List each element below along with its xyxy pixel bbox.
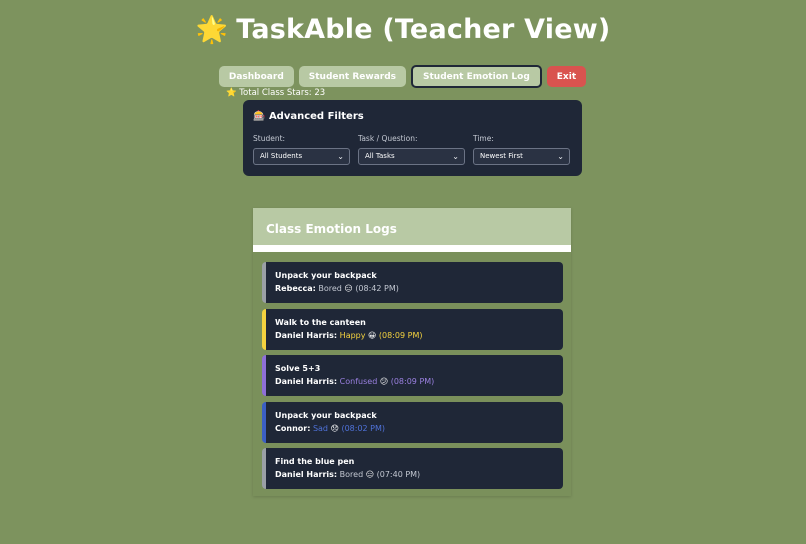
student-filter-group: Student: All Students ⌄ [253, 134, 350, 165]
time-filter-group: Time: Newest First ⌄ [473, 134, 570, 165]
happy-face-icon: 😀 [368, 331, 377, 340]
emotion-log-item: Unpack your backpack Connor: Sad 😞 (08:0… [262, 402, 563, 443]
task-filter-group: Task / Question: All Tasks ⌄ [358, 134, 465, 165]
app-title-text: TaskAble (Teacher View) [236, 14, 611, 45]
app-title: 🌟 TaskAble (Teacher View) [0, 14, 806, 45]
task-filter-label: Task / Question: [358, 134, 418, 143]
advanced-filters-panel: 🎰 Advanced Filters Student: All Students… [243, 100, 582, 176]
log-time: (08:09 PM) [390, 377, 435, 386]
log-task: Unpack your backpack [275, 411, 377, 420]
log-task: Find the blue pen [275, 457, 355, 466]
time-filter-value: Newest First [480, 152, 523, 160]
chevron-down-icon: ⌄ [337, 152, 344, 161]
log-detail: Daniel Harris: Confused 😕 (08:09 PM) [275, 377, 434, 386]
student-filter-label: Student: [253, 134, 286, 143]
class-emotion-logs-title: Class Emotion Logs [266, 222, 397, 236]
log-emotion: Happy [339, 331, 366, 340]
sad-face-icon: 😞 [330, 424, 339, 433]
student-filter-value: All Students [260, 152, 303, 160]
log-detail: Daniel Harris: Happy 😀 (08:09 PM) [275, 331, 423, 340]
log-task: Walk to the canteen [275, 318, 366, 327]
log-student: Connor: [275, 424, 311, 433]
main-nav: Dashboard Student Rewards Student Emotio… [0, 65, 806, 88]
divider [253, 245, 571, 252]
student-rewards-button[interactable]: Student Rewards [298, 66, 407, 87]
log-emotion: Sad [312, 424, 329, 433]
log-time: (07:40 PM) [376, 470, 421, 479]
bored-face-icon: 😑 [365, 470, 375, 479]
class-emotion-logs-panel: Class Emotion Logs Unpack your backpack … [253, 208, 571, 496]
log-emotion: Bored [318, 284, 342, 293]
log-task: Unpack your backpack [275, 271, 377, 280]
log-student: Daniel Harris: [275, 377, 338, 386]
total-class-stars-text: Total Class Stars: 23 [239, 88, 326, 98]
log-time: (08:02 PM) [341, 424, 386, 433]
exit-button[interactable]: Exit [546, 66, 587, 87]
emotion-log-item: Solve 5+3 Daniel Harris: Confused 😕 (08:… [262, 355, 563, 396]
task-filter-select[interactable]: All Tasks ⌄ [358, 148, 465, 165]
class-emotion-logs-header: Class Emotion Logs [253, 208, 571, 245]
star-logo-icon: 🌟 [195, 15, 229, 45]
log-time: (08:09 PM) [378, 331, 423, 340]
log-student: Daniel Harris: [275, 331, 338, 340]
log-detail: Connor: Sad 😞 (08:02 PM) [275, 424, 385, 433]
bored-face-icon: 😑 [344, 284, 353, 293]
chevron-down-icon: ⌄ [557, 152, 564, 161]
total-class-stars: ⭐ Total Class Stars: 23 [226, 88, 325, 98]
slot-machine-icon: 🎰 [253, 111, 266, 122]
log-detail: Daniel Harris: Bored 😑 (07:40 PM) [275, 470, 420, 479]
task-filter-value: All Tasks [365, 152, 395, 160]
log-student: Daniel Harris: [275, 470, 338, 479]
time-filter-label: Time: [473, 134, 494, 143]
log-time: (08:42 PM) [355, 284, 399, 293]
advanced-filters-title: Advanced Filters [268, 111, 364, 122]
advanced-filters-heading: 🎰 Advanced Filters [253, 111, 364, 122]
log-emotion: Bored [339, 470, 364, 479]
confused-face-icon: 😕 [379, 377, 389, 386]
star-icon: ⭐ [226, 88, 237, 98]
time-filter-select[interactable]: Newest First ⌄ [473, 148, 570, 165]
log-emotion: Confused [339, 377, 378, 386]
log-student: Rebecca: [275, 284, 316, 293]
student-emotion-log-button[interactable]: Student Emotion Log [411, 65, 542, 88]
emotion-log-item: Walk to the canteen Daniel Harris: Happy… [262, 309, 563, 350]
student-filter-select[interactable]: All Students ⌄ [253, 148, 350, 165]
dashboard-button[interactable]: Dashboard [218, 66, 294, 87]
chevron-down-icon: ⌄ [452, 152, 459, 161]
log-task: Solve 5+3 [275, 364, 321, 373]
log-detail: Rebecca: Bored 😑 (08:42 PM) [275, 284, 399, 293]
emotion-log-item: Find the blue pen Daniel Harris: Bored 😑… [262, 448, 563, 489]
emotion-log-item: Unpack your backpack Rebecca: Bored 😑 (0… [262, 262, 563, 303]
